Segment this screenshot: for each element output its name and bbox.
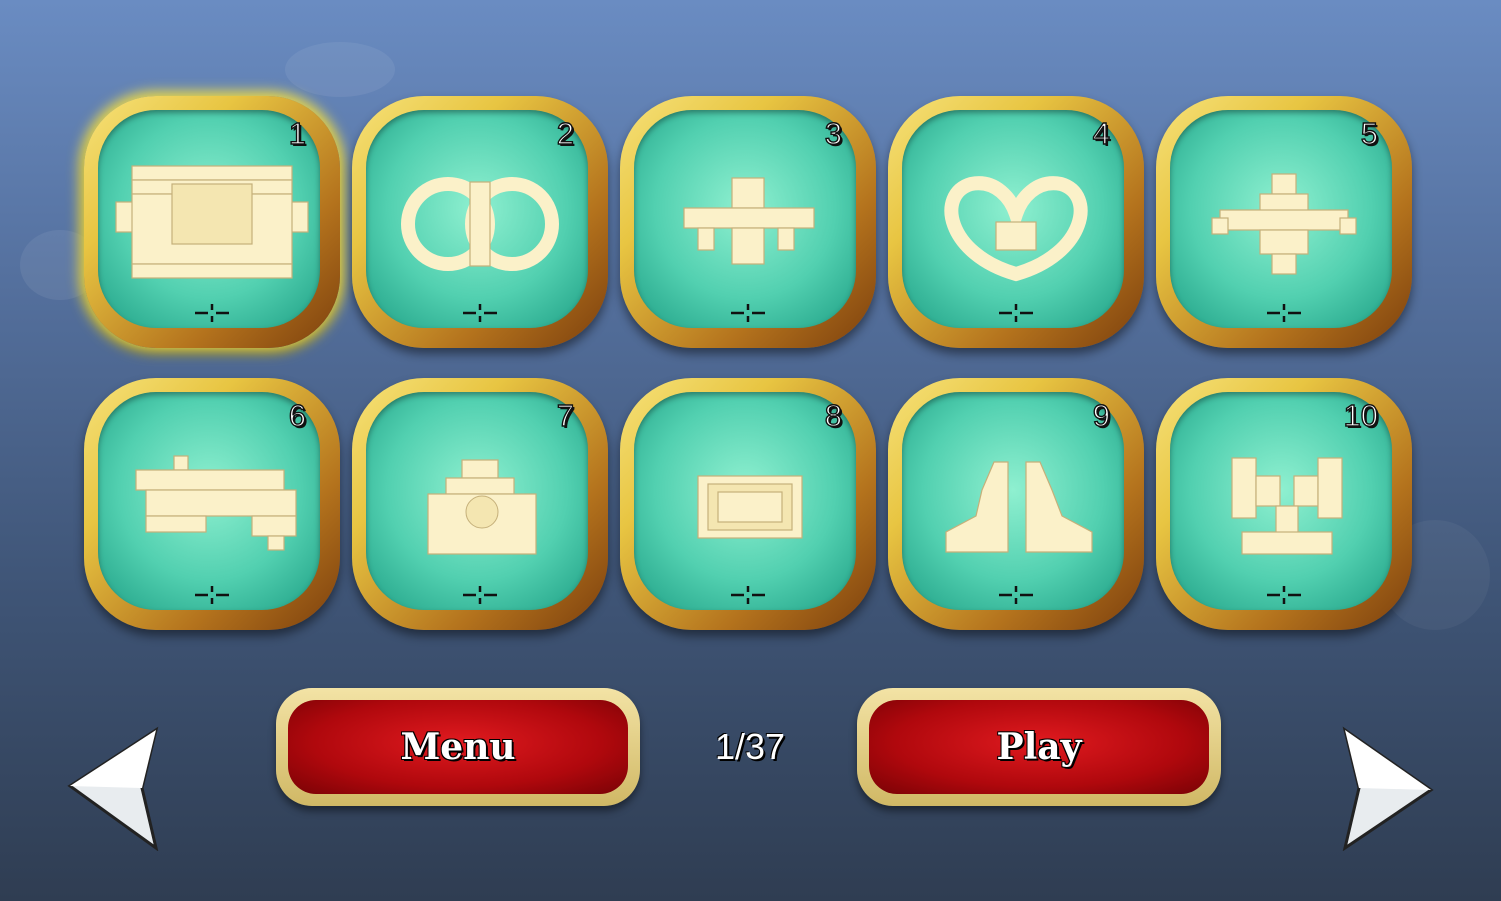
level-number: 5 <box>1360 115 1379 151</box>
level-number: 1 <box>288 115 307 151</box>
menu-button-face: Menu <box>288 700 628 794</box>
crosshair-icon <box>463 586 497 604</box>
level-number: 4 <box>1092 115 1111 151</box>
level-number: 9 <box>1092 397 1111 433</box>
play-button-face: Play <box>869 700 1209 794</box>
level-tile-5[interactable]: 5 <box>1156 96 1412 348</box>
level-number: 6 <box>288 397 307 433</box>
mahjong-layout-preview <box>945 461 1093 553</box>
level-tile-3[interactable]: 3 <box>620 96 876 348</box>
menu-button[interactable]: Menu <box>276 688 640 806</box>
level-tile-9[interactable]: 9 <box>888 378 1144 630</box>
mahjong-layout-preview <box>697 475 803 539</box>
level-tile-4[interactable]: 4 <box>888 96 1144 348</box>
level-number: 2 <box>556 115 575 151</box>
crosshair-icon <box>463 304 497 322</box>
level-tile-7[interactable]: 7 <box>352 378 608 630</box>
level-tile-2[interactable]: 2 <box>352 96 608 348</box>
mahjong-layout-preview <box>1231 457 1343 555</box>
crosshair-icon <box>1267 304 1301 322</box>
crosshair-icon <box>999 586 1033 604</box>
crosshair-icon <box>999 304 1033 322</box>
right-arrow-icon[interactable] <box>1340 726 1435 851</box>
mahjong-layout-preview <box>401 177 559 271</box>
level-tile-8[interactable]: 8 <box>620 378 876 630</box>
mahjong-layout-preview <box>944 176 1088 282</box>
crosshair-icon <box>1267 586 1301 604</box>
crosshair-icon <box>731 304 765 322</box>
play-button-label: Play <box>996 726 1082 768</box>
level-number: 10 <box>1343 397 1379 433</box>
cloud-decoration <box>285 42 395 97</box>
play-button[interactable]: Play <box>857 688 1221 806</box>
level-tile-10[interactable]: 10 <box>1156 378 1412 630</box>
level-number: 3 <box>824 115 843 151</box>
level-number: 7 <box>556 397 575 433</box>
page-indicator: 1/37 <box>714 726 786 767</box>
level-number: 8 <box>824 397 843 433</box>
menu-button-label: Menu <box>400 726 516 768</box>
crosshair-icon <box>731 586 765 604</box>
mahjong-layout-preview <box>1211 173 1357 275</box>
left-arrow-icon[interactable] <box>66 726 161 851</box>
mahjong-layout-preview <box>115 165 309 279</box>
mahjong-layout-preview <box>683 177 815 265</box>
crosshair-icon <box>195 304 229 322</box>
mahjong-layout-preview <box>427 459 537 555</box>
level-tile-1[interactable]: 1 <box>84 96 340 348</box>
mahjong-layout-preview <box>135 455 297 551</box>
level-tile-6[interactable]: 6 <box>84 378 340 630</box>
crosshair-icon <box>195 586 229 604</box>
